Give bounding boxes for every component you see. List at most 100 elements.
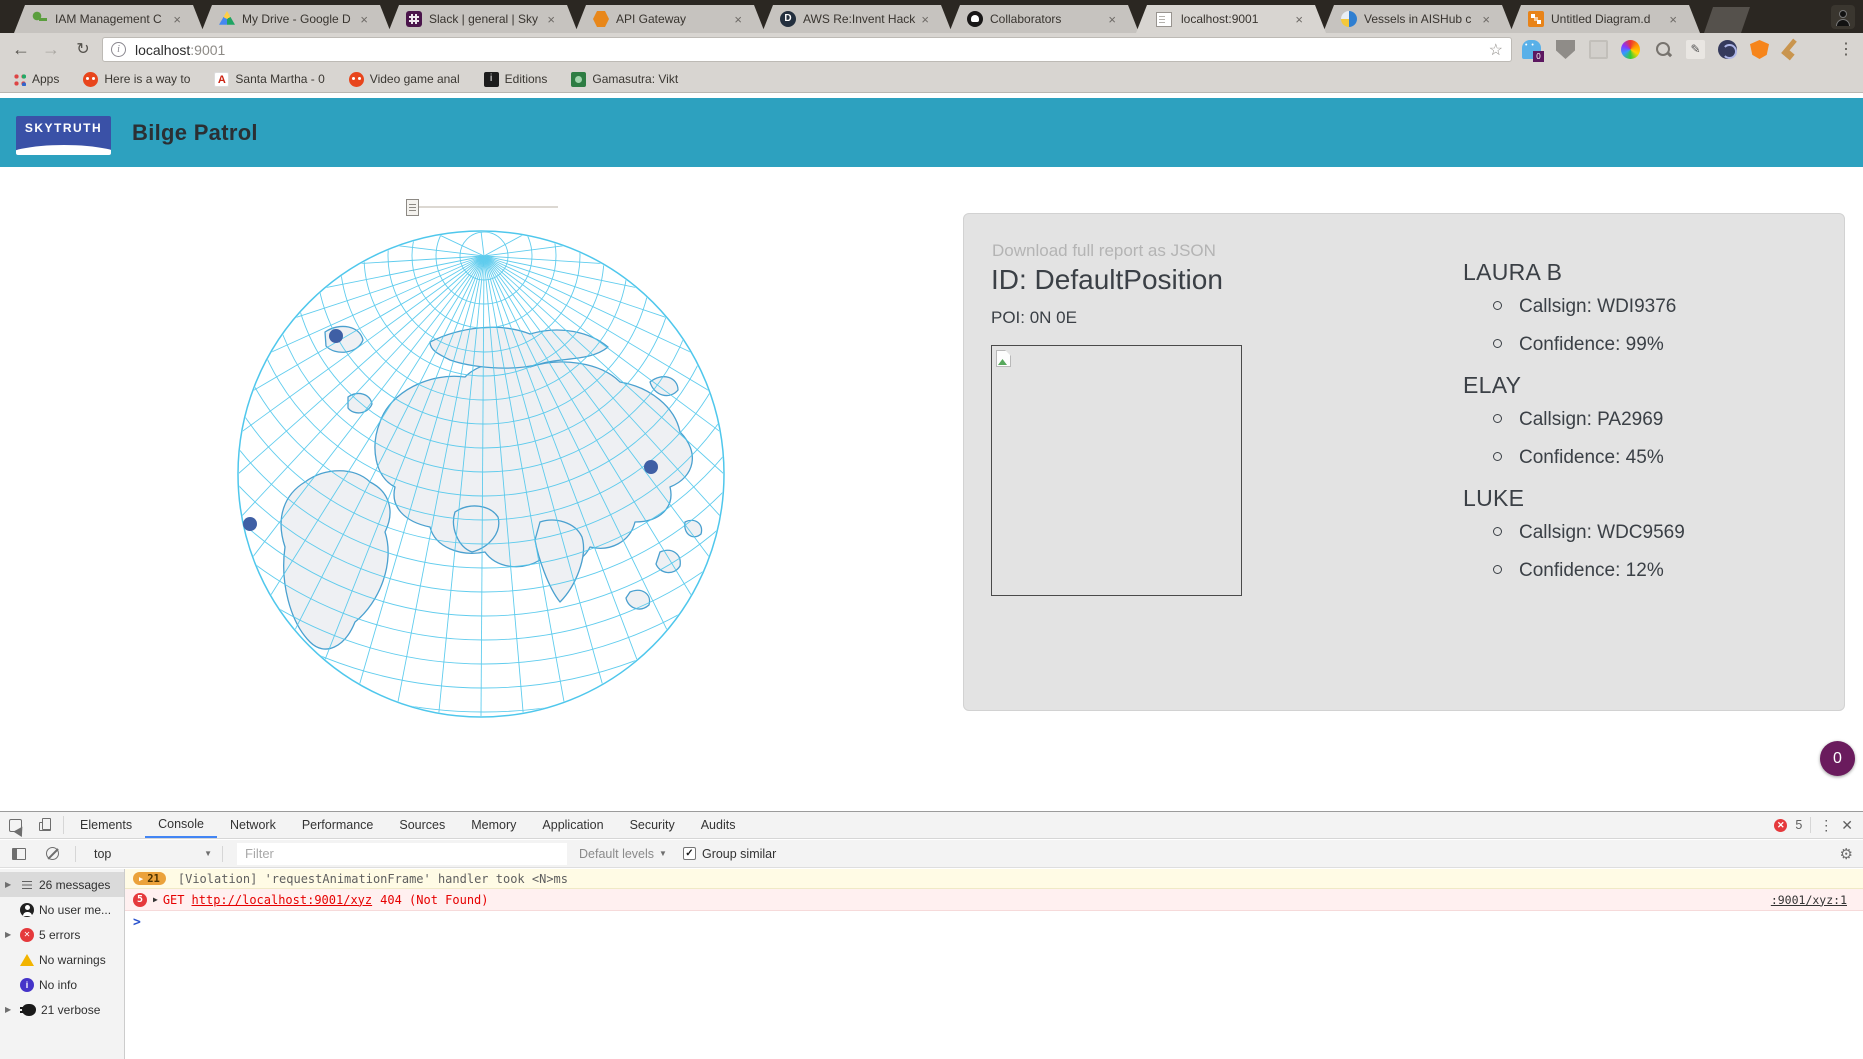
log-levels-select[interactable]: Default levels ▼ <box>579 847 667 861</box>
skytruth-logo[interactable]: SKYTRUTH <box>16 116 111 155</box>
metamask-icon[interactable] <box>1750 40 1769 59</box>
console-violation-row[interactable]: ▶ 21 [Violation] 'requestAnimationFrame'… <box>125 869 1863 889</box>
new-tab-button[interactable] <box>1704 7 1750 33</box>
bookmark-item[interactable]: Santa Martha - 0 <box>214 71 325 87</box>
browser-tab-aishub[interactable]: Vessels in AISHub c × <box>1323 5 1513 33</box>
sidebar-item-verbose[interactable]: ▶ 21 verbose <box>0 997 124 1022</box>
site-info-icon[interactable]: i <box>111 42 126 57</box>
download-report-link[interactable]: Download full report as JSON <box>992 241 1216 261</box>
tab-close-icon[interactable]: × <box>920 13 930 26</box>
color-wheel-icon[interactable] <box>1621 40 1640 59</box>
slack-icon <box>406 11 422 27</box>
bookmark-item[interactable]: Editions <box>483 71 547 87</box>
sidebar-item-info[interactable]: No info <box>0 972 124 997</box>
browser-tab-aws[interactable]: AWS Re:Invent Hack × <box>762 5 952 33</box>
back-button[interactable]: ← <box>8 37 34 62</box>
vessel-marker[interactable] <box>644 460 658 474</box>
console-filter-input[interactable] <box>237 842 567 865</box>
bookmark-star-icon[interactable]: ☆ <box>1489 40 1503 60</box>
tab-close-icon[interactable]: × <box>1668 13 1678 26</box>
sidebar-item-user-messages[interactable]: No user me... <box>0 897 124 922</box>
shield-icon[interactable] <box>1556 40 1575 59</box>
bookmark-item[interactable]: Here is a way to <box>83 71 190 87</box>
browser-menu-icon[interactable]: ⋮ <box>1838 37 1854 62</box>
devtools-tab-application[interactable]: Application <box>529 812 616 838</box>
orbit-extension-icon[interactable] <box>1718 40 1737 59</box>
execution-context-select[interactable]: top ▼ <box>94 847 212 861</box>
tab-close-icon[interactable]: × <box>172 13 182 26</box>
violation-count-pill[interactable]: ▶ 21 <box>133 872 166 885</box>
tab-close-icon[interactable]: × <box>1294 13 1304 26</box>
bullet-icon <box>1493 565 1502 574</box>
browser-tab-slack[interactable]: Slack | general | Sky × <box>388 5 578 33</box>
error-url-link[interactable]: http://localhost:9001/xyz <box>192 893 373 907</box>
console-prompt-row[interactable]: > <box>125 911 1863 933</box>
tab-close-icon[interactable]: × <box>1107 13 1117 26</box>
tab-close-icon[interactable]: × <box>546 13 556 26</box>
expand-icon[interactable]: ▶ <box>5 880 15 889</box>
devtools-close-icon[interactable]: ✕ <box>1841 817 1853 834</box>
apps-grid-icon <box>12 72 26 86</box>
page-content: SKYTRUTH Bilge Patrol Download full repo… <box>0 94 1863 811</box>
devtools-tab-audits[interactable]: Audits <box>688 812 749 838</box>
key-icon <box>32 11 48 27</box>
tab-close-icon[interactable]: × <box>359 13 369 26</box>
sidebar-item-warnings[interactable]: No warnings <box>0 947 124 972</box>
inspect-element-button[interactable] <box>0 812 30 838</box>
devtools-tab-security[interactable]: Security <box>617 812 688 838</box>
browser-tab-drive[interactable]: My Drive - Google D × <box>201 5 391 33</box>
apps-shortcut[interactable]: Apps <box>12 72 59 86</box>
error-method: GET <box>162 892 185 907</box>
devtools-tab-console[interactable]: Console <box>145 812 217 838</box>
browser-tab-iam[interactable]: IAM Management C × <box>14 5 204 33</box>
browser-tab-localhost-active[interactable]: localhost:9001 × <box>1136 5 1326 33</box>
device-toolbar-button[interactable] <box>30 812 60 838</box>
expand-icon[interactable]: ▶ <box>5 1005 15 1014</box>
sidebar-item-errors[interactable]: ▶ 5 errors <box>0 922 124 947</box>
devtools-tab-performance[interactable]: Performance <box>289 812 387 838</box>
forward-button[interactable]: → <box>38 37 64 62</box>
avatar-body <box>1836 19 1850 26</box>
inspect-icon <box>8 818 22 832</box>
tab-close-icon[interactable]: × <box>733 13 743 26</box>
console-error-row[interactable]: 5 ▶ GET http://localhost:9001/xyz 404 (N… <box>125 889 1863 911</box>
expand-icon[interactable]: ▶ <box>153 895 158 904</box>
devtools-tab-network[interactable]: Network <box>217 812 289 838</box>
browser-tab-collaborators[interactable]: Collaborators × <box>949 5 1139 33</box>
vessel-marker[interactable] <box>329 329 343 343</box>
globe-zoom-slider-track[interactable] <box>414 206 558 208</box>
browser-tab-api-gateway[interactable]: API Gateway × <box>575 5 765 33</box>
drive-icon <box>219 11 235 27</box>
divider <box>75 845 76 862</box>
divider <box>222 845 223 862</box>
clear-console-icon[interactable] <box>46 847 59 860</box>
translate-icon[interactable] <box>1589 40 1608 59</box>
wrench-extension-icon[interactable] <box>1778 36 1805 63</box>
bookmark-icon <box>483 71 499 87</box>
vessel-marker[interactable] <box>243 517 257 531</box>
sidebar-item-all-messages[interactable]: ▶ 26 messages <box>0 872 124 897</box>
console-sidebar-toggle-icon[interactable] <box>12 847 26 860</box>
cursor-extension-icon[interactable] <box>1686 40 1705 59</box>
browser-tab-drawio[interactable]: Untitled Diagram.d × <box>1510 5 1700 33</box>
devtools-tab-sources[interactable]: Sources <box>386 812 458 838</box>
profile-avatar[interactable] <box>1831 5 1855 29</box>
expand-icon[interactable]: ▶ <box>5 930 15 939</box>
reload-button[interactable]: ↻ <box>70 37 96 62</box>
error-source-link[interactable]: :9001/xyz:1 <box>1771 893 1855 907</box>
address-bar[interactable]: i localhost :9001 ☆ <box>102 37 1512 62</box>
tab-close-icon[interactable]: × <box>1481 13 1491 26</box>
bookmark-item[interactable]: Gamasutra: Vikt <box>571 71 678 87</box>
tab-title: Slack | general | Sky <box>429 12 538 26</box>
globe-visualization[interactable] <box>230 222 740 727</box>
bookmark-item[interactable]: Video game anal <box>348 71 460 87</box>
ghostery-overlay-badge[interactable]: 0 <box>1820 741 1855 776</box>
magnifier-icon[interactable] <box>1654 40 1673 59</box>
devtools-menu-icon[interactable]: ⋮ <box>1819 817 1833 834</box>
globe-zoom-slider-thumb[interactable] <box>406 199 419 216</box>
gear-icon[interactable]: ⚙ <box>1840 845 1853 863</box>
devtools-tab-memory[interactable]: Memory <box>458 812 529 838</box>
devtools-tab-elements[interactable]: Elements <box>67 812 145 838</box>
group-similar-checkbox[interactable]: ✓ <box>682 847 696 860</box>
sidebar-label: No info <box>39 977 78 992</box>
